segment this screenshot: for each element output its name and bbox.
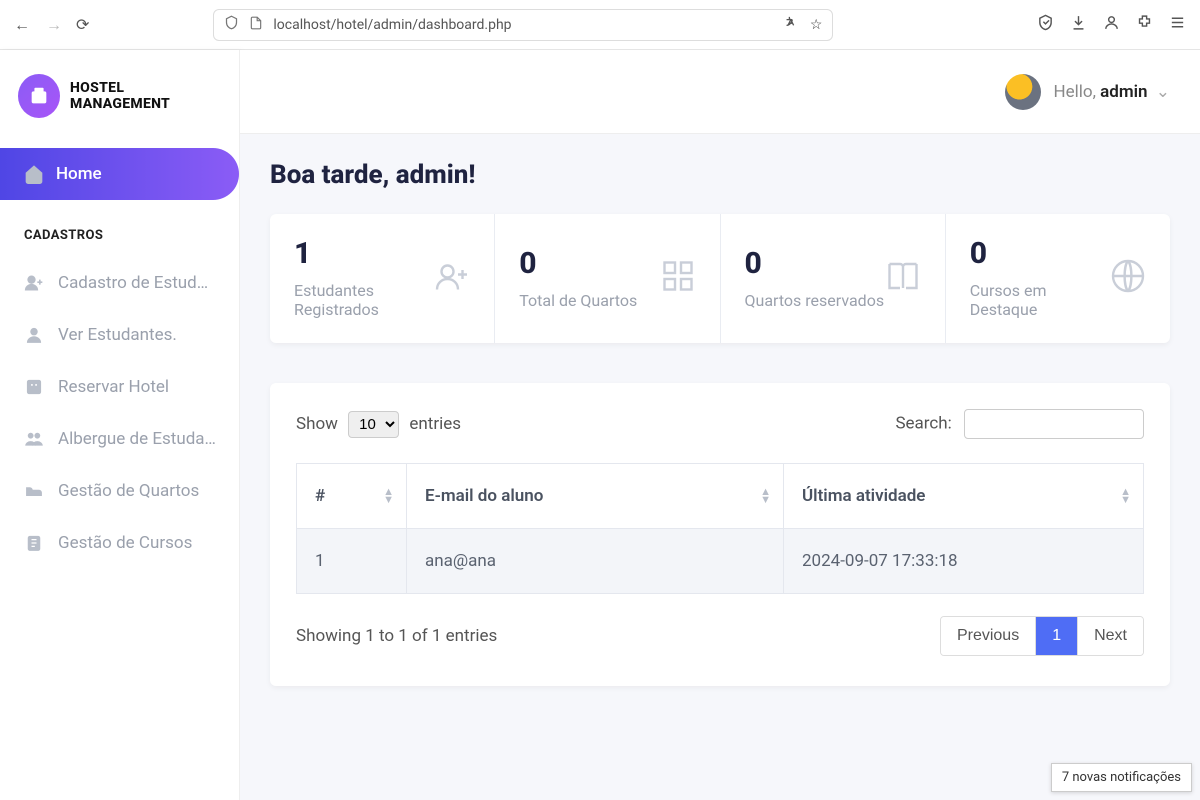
next-button[interactable]: Next: [1077, 617, 1143, 655]
stat-cards: 1 Estudantes Registrados 0 Total de Quar…: [270, 214, 1170, 343]
globe-icon: [1110, 258, 1146, 298]
sort-icon: ▲▼: [1120, 488, 1131, 504]
column-header-email[interactable]: E-mail do aluno ▲▼: [407, 464, 784, 529]
column-header-index[interactable]: # ▲▼: [297, 464, 407, 529]
stat-label: Quartos reservados: [745, 291, 885, 310]
shield-icon: [224, 15, 239, 34]
bookmark-star-icon[interactable]: ☆: [810, 17, 823, 33]
page-icon: [249, 16, 263, 34]
sidebar-item-label: Cadastro de Estud…: [58, 273, 208, 293]
brand: HOSTEL MANAGEMENT: [0, 50, 239, 148]
sidebar: HOSTEL MANAGEMENT Home CADASTROS Cadastr…: [0, 50, 240, 800]
sidebar-item-gestao-quartos[interactable]: Gestão de Quartos: [0, 465, 239, 517]
stat-card-rooms: 0 Total de Quartos: [495, 214, 719, 343]
notification-toast[interactable]: 7 novas notificações: [1051, 763, 1192, 792]
sort-icon: ▲▼: [760, 488, 771, 504]
stat-value: 0: [970, 236, 1110, 271]
avatar[interactable]: [1005, 74, 1041, 110]
url-text: localhost/hotel/admin/dashboard.php: [273, 17, 772, 33]
page-title: Boa tarde, admin!: [270, 160, 1170, 190]
sidebar-section-label: CADASTROS: [0, 200, 239, 257]
grid-icon: [660, 258, 696, 298]
menu-icon[interactable]: [1169, 14, 1186, 35]
table-search-control: Search:: [895, 409, 1144, 439]
extensions-icon[interactable]: [1136, 14, 1153, 35]
pagination: Previous 1 Next: [940, 616, 1144, 656]
stat-value: 0: [745, 246, 885, 281]
reload-button[interactable]: ⟳: [76, 15, 89, 34]
prev-button[interactable]: Previous: [941, 617, 1035, 655]
column-header-activity[interactable]: Última atividade ▲▼: [784, 464, 1144, 529]
cell-activity: 2024-09-07 17:33:18: [784, 529, 1144, 594]
pocket-icon[interactable]: [1037, 14, 1054, 35]
stat-value: 0: [519, 246, 637, 281]
stat-value: 1: [294, 236, 434, 271]
address-bar[interactable]: localhost/hotel/admin/dashboard.php ☆: [213, 9, 833, 41]
page-button-1[interactable]: 1: [1035, 617, 1077, 655]
stat-label: Estudantes Registrados: [294, 281, 434, 319]
sort-icon: ▲▼: [383, 488, 394, 504]
table-row: 1 ana@ana 2024-09-07 17:33:18: [297, 529, 1144, 594]
stat-card-reserved: 0 Quartos reservados: [721, 214, 945, 343]
brand-name: HOSTEL MANAGEMENT: [70, 80, 221, 112]
data-table-panel: Show 10 entries Search:: [270, 383, 1170, 686]
stat-card-courses: 0 Cursos em Destaque: [946, 214, 1170, 343]
cell-email: ana@ana: [407, 529, 784, 594]
page-length-select[interactable]: 10: [348, 411, 399, 438]
sidebar-item-gestao-cursos[interactable]: Gestão de Cursos: [0, 517, 239, 569]
translate-icon[interactable]: [783, 14, 800, 35]
sidebar-item-label: Gestão de Quartos: [58, 481, 199, 501]
forward-button[interactable]: →: [46, 15, 62, 35]
stat-card-students: 1 Estudantes Registrados: [270, 214, 494, 343]
sidebar-item-label: Reservar Hotel: [58, 377, 169, 397]
sidebar-item-albergue-estudantes[interactable]: Albergue de Estuda…: [0, 413, 239, 465]
cell-index: 1: [297, 529, 407, 594]
brand-logo-icon: [18, 74, 60, 118]
sidebar-item-home[interactable]: Home: [0, 148, 239, 200]
sidebar-item-label: Ver Estudantes.: [58, 325, 177, 345]
browser-toolbar: ← → ⟳ localhost/hotel/admin/dashboard.ph…: [0, 0, 1200, 50]
sidebar-item-ver-estudantes[interactable]: Ver Estudantes.: [0, 309, 239, 361]
sidebar-item-label: Albergue de Estuda…: [58, 429, 216, 449]
sidebar-item-reservar-hotel[interactable]: Reservar Hotel: [0, 361, 239, 413]
topbar: Hello, admin ⌄: [240, 50, 1200, 134]
search-input[interactable]: [964, 409, 1144, 439]
back-button[interactable]: ←: [14, 15, 30, 35]
sidebar-item-label: Gestão de Cursos: [58, 533, 192, 553]
stat-label: Total de Quartos: [519, 291, 637, 310]
chevron-down-icon: ⌄: [1156, 82, 1170, 102]
account-icon[interactable]: [1103, 14, 1120, 35]
table-info: Showing 1 to 1 of 1 entries: [296, 626, 497, 646]
sidebar-item-label: Home: [56, 164, 102, 184]
students-table: # ▲▼ E-mail do aluno ▲▼ Última atividade…: [296, 463, 1144, 594]
sidebar-item-cadastro-estudantes[interactable]: Cadastro de Estud…: [0, 257, 239, 309]
stat-label: Cursos em Destaque: [970, 281, 1110, 319]
user-plus-icon: [434, 258, 470, 298]
book-icon: [885, 258, 921, 298]
table-length-control: Show 10 entries: [296, 411, 461, 438]
user-greeting[interactable]: Hello, admin ⌄: [1053, 82, 1170, 102]
downloads-icon[interactable]: [1070, 14, 1087, 35]
